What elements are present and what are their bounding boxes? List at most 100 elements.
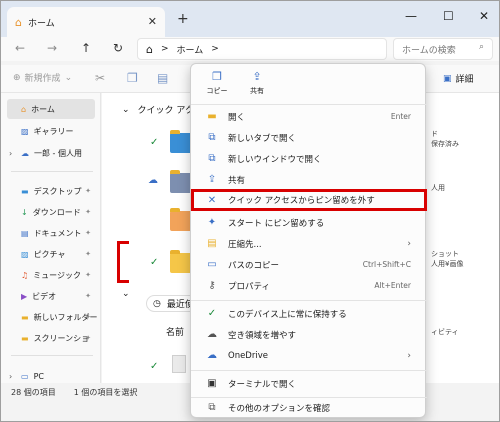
copy-icon[interactable]: ❐ xyxy=(127,71,138,85)
menu-divider xyxy=(191,370,427,371)
menu-item-onedrive[interactable]: ☁ OneDrive › xyxy=(195,345,423,366)
paste-icon[interactable]: ▤ xyxy=(157,71,168,85)
tab-label: ホーム xyxy=(27,18,55,29)
menu-item-copy-path[interactable]: ▭ パスのコピー Ctrl+Shift+C xyxy=(195,254,423,275)
music-icon: ♫ xyxy=(21,270,29,280)
menu-item-label: 開く xyxy=(228,112,246,123)
share-action[interactable]: ⇪ 共有 xyxy=(239,70,275,96)
chevron-right-icon[interactable]: › xyxy=(9,149,12,158)
pin-icon: ✦ xyxy=(85,187,91,195)
home-icon: ⌂ xyxy=(21,104,27,114)
menu-item-free-space[interactable]: ☁ 空き領域を増やす xyxy=(195,324,423,345)
address-bar[interactable]: ⌂ > ホーム > xyxy=(137,38,387,60)
address-separator: > xyxy=(160,44,169,54)
back-button[interactable]: ← xyxy=(15,41,25,55)
context-menu: ❐ コピー ⇪ 共有 ▬ 開く Enter ⧉ 新しいタブで開く ⧉ 新しいウイ… xyxy=(190,63,427,418)
sidebar-item-downloads[interactable]: ↓ ダウンロード ✦ xyxy=(7,202,95,222)
keep-icon: ✓ xyxy=(207,308,217,319)
search-box[interactable]: ホームの検索 ⌕ xyxy=(393,38,493,60)
menu-item-label: パスのコピー xyxy=(228,260,280,271)
details-button[interactable]: ▣ 詳細 xyxy=(443,72,474,86)
address-separator: > xyxy=(211,44,219,54)
maximize-button[interactable]: ☐ xyxy=(443,9,454,23)
sidebar-item-label: ビデオ xyxy=(32,291,57,301)
new-tab-button[interactable]: + xyxy=(177,11,189,27)
address-location[interactable]: ホーム xyxy=(177,43,204,56)
tab-home[interactable]: ⌂ ホーム ✕ xyxy=(7,7,165,37)
up-button[interactable]: ↑ xyxy=(81,41,91,55)
menu-item-label: このデバイス上に常に保持する xyxy=(228,309,347,320)
tab-close-icon[interactable]: ✕ xyxy=(148,15,157,28)
minimize-button[interactable]: — xyxy=(405,9,417,23)
chevron-right-icon: › xyxy=(407,350,411,361)
refresh-button[interactable]: ↻ xyxy=(113,41,123,55)
item-count: 28 個の項目 xyxy=(11,387,56,397)
menu-item-label: クイック アクセスからピン留めを外す xyxy=(228,196,375,206)
menu-item-label: その他のオプションを確認 xyxy=(228,403,331,414)
sidebar-item-pc[interactable]: › ▭ PC xyxy=(7,369,95,383)
copy-action[interactable]: ❐ コピー xyxy=(199,70,235,96)
new-tab-icon: ⧉ xyxy=(208,132,216,143)
sidebar-item-label: デスクトップ xyxy=(33,186,82,196)
plus-icon: ⊕ xyxy=(13,72,21,83)
forward-button[interactable]: → xyxy=(47,41,57,55)
sidebar-item-onedrive[interactable]: › ☁ 一郎 - 個人用 xyxy=(7,143,95,163)
menu-item-open-terminal[interactable]: ▣ ターミナルで開く xyxy=(195,373,423,394)
close-window-button[interactable]: ✕ xyxy=(479,9,489,23)
recent-header[interactable]: ⌄ xyxy=(122,289,130,299)
pin-icon: ✦ xyxy=(85,229,91,237)
download-icon: ↓ xyxy=(21,207,28,217)
sidebar-item-gallery[interactable]: ▨ ギャラリー xyxy=(7,121,95,141)
cut-icon[interactable]: ✂ xyxy=(95,71,105,85)
sidebar-item-label: ピクチャ xyxy=(33,249,66,259)
sidebar-item-pictures[interactable]: ▨ ピクチャ ✦ xyxy=(7,244,95,264)
search-icon: ⌕ xyxy=(478,42,484,52)
sidebar-item-desktop[interactable]: ▬ デスクトップ ✦ xyxy=(7,181,95,201)
gallery-icon: ▨ xyxy=(21,126,29,136)
sidebar-item-home[interactable]: ⌂ ホーム xyxy=(7,99,95,119)
pc-icon: ▭ xyxy=(21,371,29,381)
menu-item-open-new-tab[interactable]: ⧉ 新しいタブで開く xyxy=(195,127,423,148)
file-icon[interactable] xyxy=(172,355,186,373)
menu-item-keep-on-device[interactable]: ✓ このデバイス上に常に保持する xyxy=(195,303,423,324)
quick-access-title: クイック アク xyxy=(137,106,194,116)
name-column-header[interactable]: 名前 xyxy=(166,325,184,338)
menu-item-open-new-window[interactable]: ⧉ 新しいウインドウで開く xyxy=(195,148,423,169)
sidebar-item-new-folder[interactable]: ▬ 新しいフォルダー ✦ xyxy=(7,307,98,327)
sidebar-item-screenshots[interactable]: ▬ スクリーンショ ✦ xyxy=(7,328,95,348)
menu-item-properties[interactable]: ⚷ プロパティ Alt+Enter xyxy=(195,275,423,296)
pin-icon: ✦ xyxy=(85,208,91,216)
new-button[interactable]: ⊕ 新規作成 ⌄ xyxy=(13,71,72,85)
document-icon: ▤ xyxy=(21,228,29,238)
menu-item-more-options[interactable]: ⧉ その他のオプションを確認 xyxy=(195,397,423,418)
desktop-icon: ▬ xyxy=(21,186,29,196)
properties-icon: ⚷ xyxy=(208,280,216,291)
folder-icon: ▬ xyxy=(21,333,29,343)
sidebar-item-label: ホーム xyxy=(31,104,55,114)
share-icon: ⇪ xyxy=(252,70,262,83)
partial-text: ショット xyxy=(431,250,459,258)
menu-item-label: 空き領域を増やす xyxy=(228,330,297,341)
search-placeholder: ホームの検索 xyxy=(402,45,456,56)
menu-divider xyxy=(191,104,427,105)
sidebar-item-label: PC xyxy=(33,371,44,381)
menu-item-unpin-quick-access[interactable]: ✕ クイック アクセスからピン留めを外す xyxy=(191,189,427,211)
sidebar-item-documents[interactable]: ▤ ドキュメント ✦ xyxy=(7,223,95,243)
menu-item-pin-start[interactable]: ✦ スタート にピン留めする xyxy=(195,212,423,233)
menu-shortcut: Alt+Enter xyxy=(374,281,411,290)
share-label: 共有 xyxy=(250,87,264,95)
menu-item-open[interactable]: ▬ 開く Enter xyxy=(195,106,423,127)
chevron-right-icon[interactable]: › xyxy=(9,372,12,381)
menu-item-label: 共有 xyxy=(228,175,246,186)
pin-icon: ✦ xyxy=(85,292,91,300)
partial-text: ド xyxy=(431,130,438,138)
menu-item-compress[interactable]: ▤ 圧縮先... › xyxy=(195,233,423,254)
quick-access-header[interactable]: ⌄ クイック アク xyxy=(122,103,194,117)
folder-icon: ▬ xyxy=(207,111,217,122)
pin-icon: ✦ xyxy=(85,334,91,342)
sidebar-item-videos[interactable]: ▶ ビデオ ✦ xyxy=(7,286,95,306)
sidebar-item-music[interactable]: ♫ ミュージック ✦ xyxy=(7,265,95,285)
synced-icon: ✓ xyxy=(150,361,159,372)
menu-item-share[interactable]: ⇪ 共有 xyxy=(195,169,423,190)
pin-icon: ✦ xyxy=(85,271,91,279)
